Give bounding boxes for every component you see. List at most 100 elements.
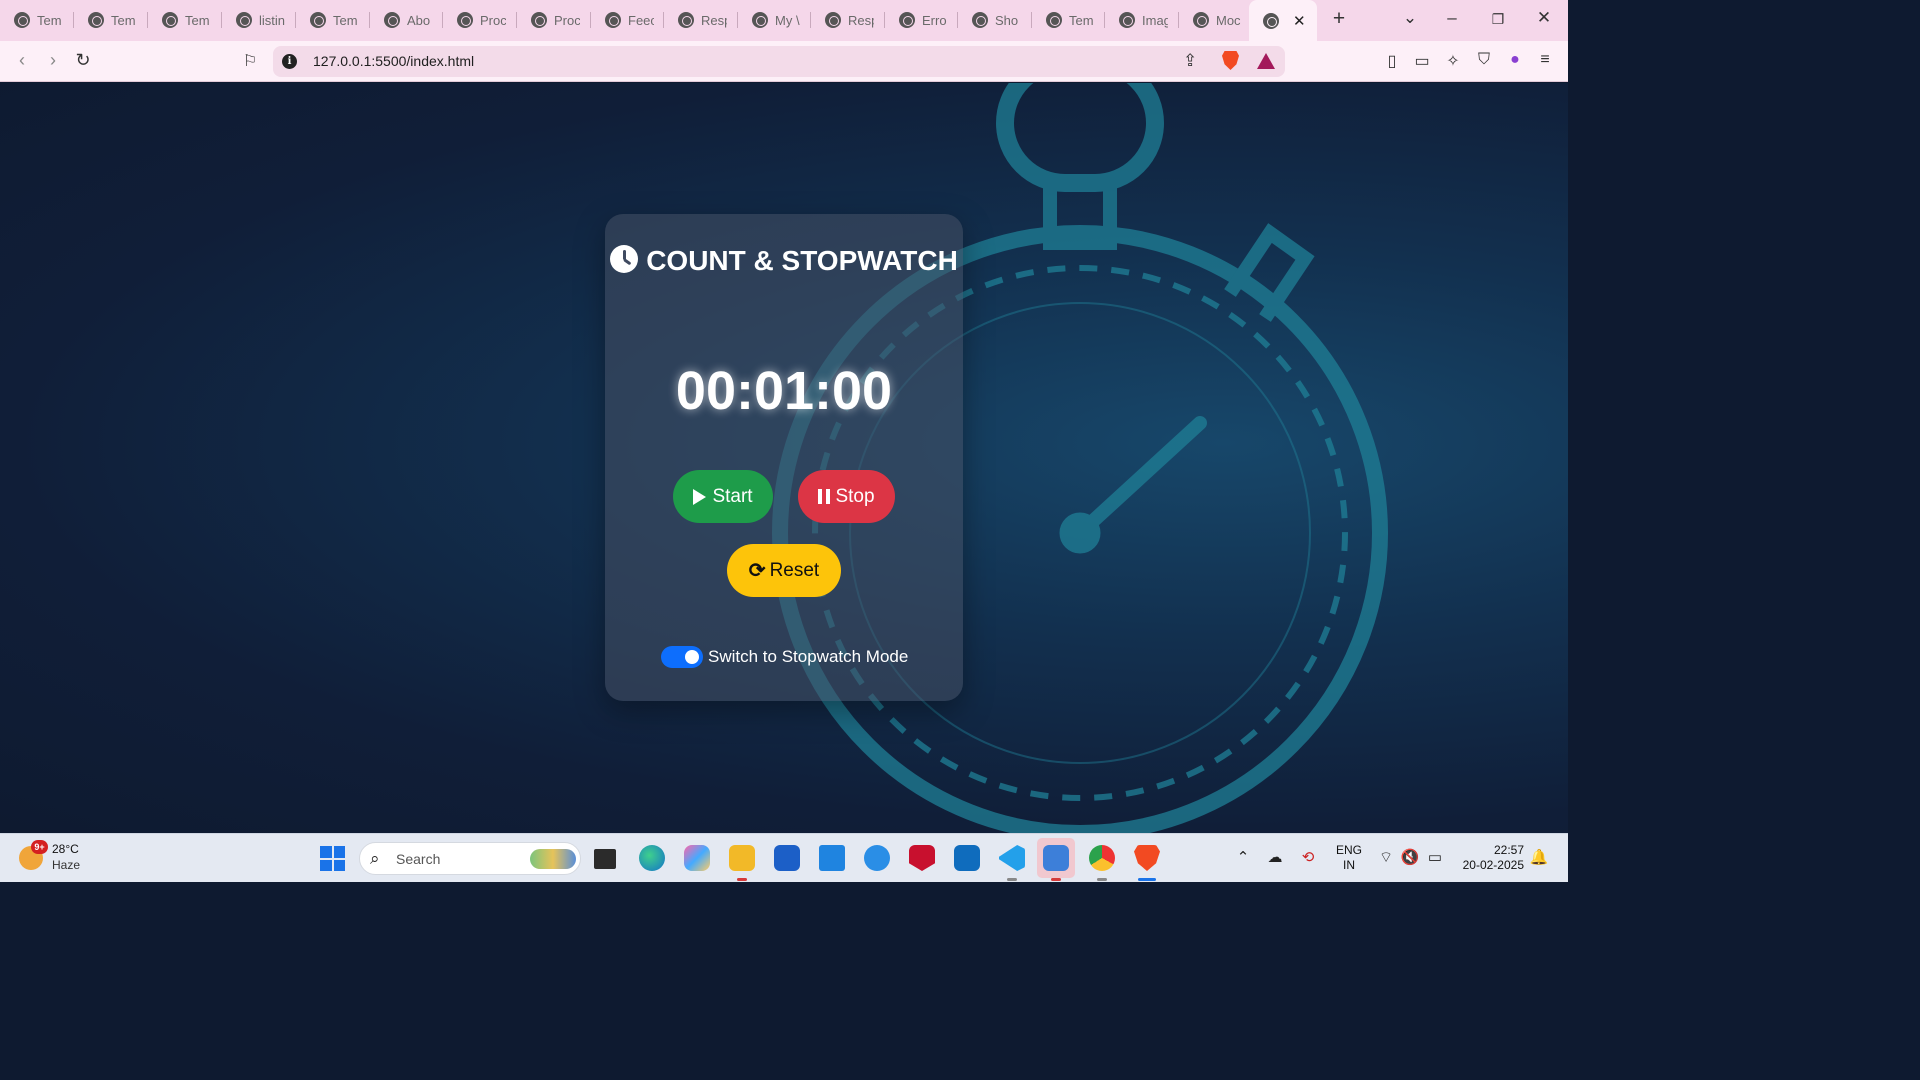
page-title: COUNT & STOPWATCH — [605, 244, 963, 278]
browser-tab[interactable]: Proc — [443, 6, 517, 34]
minimize-window-icon[interactable]: – — [1440, 8, 1464, 28]
myhp-icon[interactable] — [819, 845, 845, 871]
file-explorer-icon[interactable] — [729, 845, 755, 871]
chrome-icon[interactable] — [1089, 845, 1115, 871]
running-indicator — [1097, 878, 1107, 881]
vpn-shield-icon[interactable]: ⛉ — [1473, 51, 1495, 69]
search-highlight-image — [530, 849, 576, 869]
browser-tab[interactable]: Tem — [0, 6, 74, 34]
notification-badge: 9+ — [31, 840, 48, 854]
search-icon: ⌕ — [370, 849, 380, 868]
share-icon[interactable]: ⇪ — [1183, 51, 1197, 71]
windows-taskbar: 9+ 28°C Haze ⌕ Search ⌃ ☁ ⟲ ENG IN ⌔ 🔇 ▭… — [0, 833, 1568, 882]
leo-ai-icon[interactable]: ✧ — [1442, 51, 1464, 71]
back-icon[interactable]: ‹ — [11, 50, 33, 71]
forward-icon[interactable]: › — [42, 50, 64, 71]
running-indicator — [1051, 878, 1061, 881]
restore-window-icon[interactable]: ❐ — [1486, 11, 1510, 28]
tab-search-chevron-icon[interactable]: ⌄ — [1398, 8, 1422, 28]
sidebar-icon[interactable]: ▯ — [1381, 51, 1403, 71]
browser-tab[interactable]: Sho — [958, 6, 1032, 34]
brave-shields-icon[interactable] — [1222, 51, 1239, 70]
stop-button[interactable]: Stop — [798, 470, 895, 523]
photos-icon[interactable] — [1043, 845, 1069, 871]
system-clock[interactable]: 22:57 20-02-2025 — [1458, 843, 1524, 873]
browser-tab[interactable]: Tem — [296, 6, 370, 34]
tab-title: Erro — [922, 12, 947, 28]
notification-bell-icon[interactable]: 🔔 — [1529, 848, 1549, 866]
tab-title: Tem — [185, 12, 210, 28]
brave-rewards-icon[interactable] — [1257, 53, 1275, 69]
globe-icon — [1193, 12, 1209, 28]
running-indicator — [1007, 878, 1017, 881]
weather-description[interactable]: Haze — [52, 858, 80, 872]
browser-tab[interactable]: Tem — [148, 6, 222, 34]
globe-icon — [899, 12, 915, 28]
copilot-icon[interactable] — [684, 845, 710, 871]
new-tab-button[interactable]: + — [1327, 7, 1351, 31]
speaker-muted-icon[interactable]: 🔇 — [1400, 848, 1420, 866]
profile-avatar-icon[interactable]: ● — [1504, 51, 1526, 69]
browser-tab[interactable]: listin — [222, 6, 296, 34]
browser-tab[interactable]: Erro — [885, 6, 958, 34]
task-view-icon[interactable] — [594, 849, 616, 869]
mode-toggle-label[interactable]: Switch to Stopwatch Mode — [708, 647, 908, 667]
bookmark-icon[interactable]: ⚐ — [239, 51, 261, 71]
edge-browser-icon[interactable] — [639, 845, 665, 871]
help-icon[interactable] — [864, 845, 890, 871]
vscode-icon[interactable] — [999, 845, 1025, 871]
globe-icon — [825, 12, 841, 28]
reload-icon[interactable]: ↻ — [72, 50, 94, 71]
mcafee-icon[interactable] — [909, 845, 935, 871]
taskbar-search[interactable]: ⌕ Search — [359, 842, 581, 875]
play-icon — [693, 488, 707, 505]
sync-error-icon[interactable]: ⟲ — [1298, 848, 1318, 866]
input-language[interactable]: ENG IN — [1336, 843, 1362, 873]
microsoft-store-icon[interactable] — [774, 845, 800, 871]
windows-start-icon[interactable] — [320, 846, 345, 871]
browser-tab[interactable]: Abo — [370, 6, 443, 34]
wallet-icon[interactable]: ▭ — [1411, 51, 1433, 71]
browser-tab[interactable]: Tem — [1032, 6, 1105, 34]
globe-icon — [1263, 12, 1279, 29]
reset-button[interactable]: ⟳ Reset — [727, 544, 841, 597]
url-text[interactable]: 127.0.0.1:5500/index.html — [313, 53, 474, 69]
browser-tab[interactable]: Moc — [1179, 6, 1249, 34]
close-window-icon[interactable]: ✕ — [1532, 8, 1556, 28]
browser-tab[interactable]: Feec — [591, 6, 664, 34]
tab-title: Resp — [701, 12, 727, 28]
browser-tab[interactable]: Imag — [1105, 6, 1179, 34]
globe-icon — [678, 12, 694, 28]
weather-temperature[interactable]: 28°C — [52, 842, 79, 856]
onedrive-error-icon[interactable]: ☁ — [1265, 848, 1285, 866]
browser-tab[interactable]: My \ — [738, 6, 811, 34]
clock-time: 22:57 — [1493, 843, 1524, 857]
mode-toggle-switch[interactable] — [661, 646, 703, 668]
globe-icon — [605, 12, 621, 28]
browser-tab[interactable]: Resp — [811, 6, 885, 34]
address-bar[interactable]: i 127.0.0.1:5500/index.html ⇪ — [273, 46, 1285, 77]
tab-title: Tem — [37, 12, 62, 28]
menu-icon[interactable]: ≡ — [1534, 51, 1556, 69]
tab-title: Sho — [995, 12, 1019, 28]
browser-tab-strip: Tem Tem Tem listin Tem Abo Proc Proc Fee — [0, 0, 1568, 41]
tab-title: Imag — [1142, 12, 1168, 28]
battery-icon[interactable]: ▭ — [1425, 848, 1445, 866]
browser-toolbar: ‹ › ↻ ⚐ i 127.0.0.1:5500/index.html ⇪ ▯ … — [0, 41, 1568, 82]
browser-tab[interactable]: Proc — [517, 6, 591, 34]
chevron-up-icon[interactable]: ⌃ — [1233, 848, 1253, 866]
browser-tab-active[interactable]: ✕ — [1249, 0, 1317, 41]
site-info-icon[interactable]: i — [282, 54, 297, 69]
browser-tab[interactable]: Tem — [74, 6, 148, 34]
outlook-icon[interactable] — [954, 845, 980, 871]
start-button[interactable]: Start — [673, 470, 773, 523]
browser-tab[interactable]: Resp — [664, 6, 738, 34]
tab-title: Tem — [111, 12, 136, 28]
wifi-icon[interactable]: ⌔ — [1376, 848, 1396, 867]
close-tab-icon[interactable]: ✕ — [1293, 12, 1306, 30]
globe-icon — [972, 12, 988, 28]
brave-icon[interactable] — [1134, 845, 1160, 871]
clock-date: 20-02-2025 — [1462, 858, 1524, 872]
running-indicator — [737, 878, 747, 881]
globe-icon — [457, 12, 473, 28]
